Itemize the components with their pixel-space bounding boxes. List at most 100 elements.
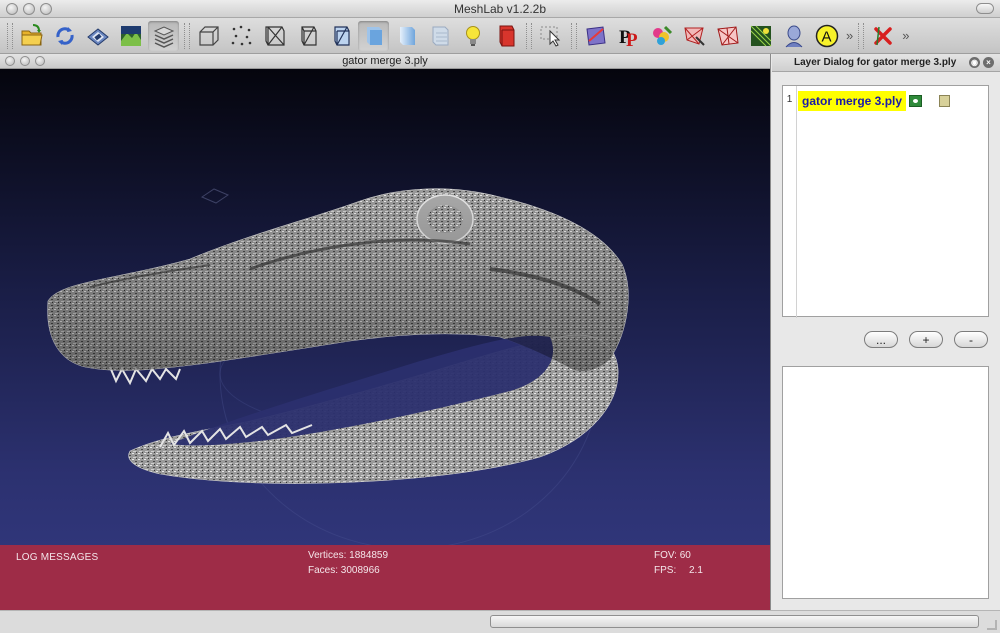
layers-button[interactable]	[148, 20, 179, 51]
fov-value: FOV: 60	[654, 550, 691, 561]
hidden-lines-icon	[300, 25, 317, 46]
document-minimize-button[interactable]	[20, 56, 30, 66]
document-close-button[interactable]	[5, 56, 15, 66]
main-toolbar: P P A » »	[0, 18, 1000, 54]
log-overlay: LOG MESSAGES Vertices: 1884859 Faces: 30…	[0, 545, 770, 610]
toolbar-grip[interactable]	[184, 22, 190, 49]
align-button[interactable]	[679, 21, 710, 51]
flat-shading-icon	[366, 26, 382, 45]
layer-dialog-controls: ◉ ×	[969, 57, 994, 68]
select-faces-icon	[540, 26, 560, 47]
align-icon	[683, 27, 705, 46]
layer-dialog: Layer Dialog for gator merge 3.ply ◉ × 1…	[772, 54, 1000, 610]
head-button[interactable]	[778, 21, 809, 51]
faces-count: Faces: 3008966	[308, 565, 380, 576]
lock-icon[interactable]	[939, 95, 950, 107]
annotation-icon: A	[815, 24, 838, 47]
document-zoom-button[interactable]	[35, 56, 45, 66]
snapshot-button[interactable]	[115, 21, 146, 51]
remove-layer-button[interactable]: -	[954, 331, 988, 348]
head-icon	[785, 25, 802, 47]
backface-icon	[499, 25, 514, 46]
close-panel-icon[interactable]: ×	[983, 57, 994, 68]
log-messages-label: LOG MESSAGES	[16, 552, 99, 563]
toolbar-toggle-button[interactable]	[976, 3, 994, 14]
smooth-shading-button[interactable]	[391, 21, 422, 51]
wireframe-button[interactable]	[259, 21, 290, 51]
mesh-render	[47, 188, 629, 550]
close-mesh-button[interactable]	[867, 21, 898, 51]
layer-index: 1	[783, 86, 797, 318]
reload-icon	[55, 26, 74, 45]
progress-bar	[490, 615, 979, 628]
layer-list[interactable]: 1 gator merge 3.ply	[782, 85, 989, 318]
float-panel-icon[interactable]: ◉	[969, 57, 980, 68]
flat-lines-icon	[333, 25, 350, 46]
3d-viewport[interactable]: LOG MESSAGES Vertices: 1884859 Faces: 30…	[0, 69, 770, 610]
layer-more-button[interactable]: ...	[864, 331, 898, 348]
backface-button[interactable]	[490, 21, 521, 51]
toolbar-grip[interactable]	[571, 22, 577, 49]
layer-dialog-title-bar: Layer Dialog for gator merge 3.ply ◉ ×	[772, 54, 1000, 72]
pick-points-icon: P P	[619, 27, 638, 49]
wireframe-icon	[264, 25, 285, 46]
mesh-edit-icon	[716, 25, 739, 46]
layers-icon	[153, 25, 174, 48]
toolbar-overflow-button[interactable]: »	[902, 28, 909, 43]
open-folder-icon	[21, 23, 43, 45]
measure-button[interactable]	[580, 21, 611, 51]
mesh-document-window: gator merge 3.ply LOG MESSAGES Vertices:…	[0, 54, 771, 610]
layer-dialog-title: Layer Dialog for gator merge 3.ply	[794, 57, 957, 68]
close-red-icon	[873, 26, 892, 45]
app-title: MeshLab v1.2.2b	[453, 1, 547, 16]
document-title: gator merge 3.ply	[342, 55, 428, 67]
select-faces-button[interactable]	[535, 21, 566, 51]
fps-value: 2.1	[689, 565, 703, 576]
paint-button[interactable]	[646, 21, 677, 51]
toolbar-grip[interactable]	[858, 22, 865, 49]
reload-button[interactable]	[49, 21, 80, 51]
texture-icon	[432, 26, 448, 45]
status-bar	[0, 610, 1000, 633]
add-layer-button[interactable]: +	[909, 331, 943, 348]
resize-grip[interactable]	[987, 620, 997, 630]
snapshot-icon	[120, 25, 141, 46]
points-icon	[231, 25, 251, 45]
toolbar-grip[interactable]	[7, 22, 13, 49]
flat-shading-button[interactable]	[358, 20, 389, 51]
mesh-edit-button[interactable]	[712, 21, 743, 51]
flat-lines-button[interactable]	[325, 21, 356, 51]
raster-button[interactable]	[745, 21, 776, 51]
window-controls	[6, 3, 52, 15]
points-button[interactable]	[226, 21, 257, 51]
svg-text:A: A	[821, 28, 831, 45]
pick-points-button[interactable]: P P	[613, 21, 644, 51]
raster-icon	[750, 25, 771, 46]
smooth-shading-icon	[399, 26, 415, 45]
minimize-window-button[interactable]	[23, 3, 35, 15]
bounding-box-icon	[198, 25, 219, 46]
annotation-button[interactable]: A	[811, 21, 842, 51]
zoom-window-button[interactable]	[40, 3, 52, 15]
layer-buttons: ... + -	[864, 331, 988, 348]
visibility-eye-icon[interactable]	[909, 95, 922, 107]
save-icon	[86, 27, 109, 46]
layer-row[interactable]: gator merge 3.ply	[783, 86, 988, 111]
measure-icon	[585, 25, 606, 46]
document-title-bar: gator merge 3.ply	[0, 54, 770, 69]
toolbar-grip[interactable]	[526, 22, 532, 49]
fps-label: FPS:	[654, 565, 677, 576]
bounding-box-button[interactable]	[193, 21, 224, 51]
texture-button[interactable]	[424, 21, 455, 51]
light-bulb-icon	[465, 25, 480, 46]
svg-text:P: P	[626, 30, 638, 49]
document-window-controls	[5, 56, 45, 66]
save-button[interactable]	[82, 21, 113, 51]
vertices-count: Vertices: 1884859	[308, 550, 389, 561]
hidden-lines-button[interactable]	[292, 21, 323, 51]
layer-name[interactable]: gator merge 3.ply	[798, 91, 907, 111]
open-button[interactable]	[16, 21, 47, 51]
light-button[interactable]	[457, 21, 488, 51]
close-window-button[interactable]	[6, 3, 18, 15]
toolbar-overflow-button[interactable]: »	[846, 28, 853, 43]
